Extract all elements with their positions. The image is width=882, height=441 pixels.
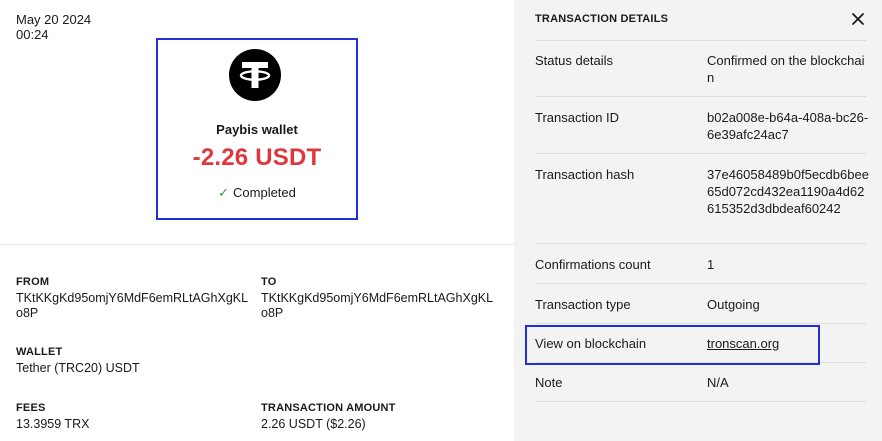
detail-value: b02a008e-b64a-408a-bc26-6e39afc24ac7 [707, 110, 869, 142]
to-label: TO [261, 276, 277, 288]
wallet-value: Tether (TRC20) USDT [16, 361, 140, 375]
tether-icon [229, 49, 281, 101]
from-label: FROM [16, 276, 50, 288]
to-field: TO TKtKKgKd95omjY6MdF6emRLtAGhXgKLo8P [261, 276, 496, 321]
detail-value: N/A [707, 375, 729, 390]
amount-label: TRANSACTION AMOUNT [261, 402, 396, 414]
fees-value: 13.3959 TRX [16, 417, 90, 431]
row-divider [535, 283, 866, 284]
blockchain-row-highlight [525, 325, 820, 365]
row-divider [535, 243, 866, 244]
row-divider [535, 96, 866, 97]
from-address: TKtKKgKd95omjY6MdF6emRLtAGhXgKLo8P [16, 291, 249, 320]
wallet-label: WALLET [16, 346, 63, 358]
detail-value: 1 [707, 257, 715, 272]
amount-field: TRANSACTION AMOUNT 2.26 USDT ($2.26) [261, 402, 496, 432]
amount-value: 2.26 USDT ($2.26) [261, 417, 366, 431]
detail-key: Status details [535, 53, 614, 68]
transaction-date: May 20 2024 [16, 12, 92, 27]
detail-value: Outgoing [707, 297, 760, 312]
detail-key: Transaction hash [535, 167, 635, 182]
fees-field: FEES 13.3959 TRX [16, 402, 251, 432]
detail-key: Confirmations count [535, 257, 651, 272]
to-address: TKtKKgKd95omjY6MdF6emRLtAGhXgKLo8P [261, 291, 494, 320]
status-badge: ✓ Completed [158, 185, 356, 201]
wallet-name: Paybis wallet [216, 122, 298, 137]
transaction-summary-panel: May 20 2024 00:24 Paybis wallet -2.26 US… [0, 0, 514, 441]
detail-key: Transaction type [535, 297, 631, 312]
transaction-amount: -2.26 USDT [192, 144, 322, 171]
detail-key: Note [535, 375, 563, 390]
row-divider [535, 40, 866, 41]
amount-card: Paybis wallet -2.26 USDT ✓ Completed [156, 38, 358, 220]
detail-value: Confirmed on the blockchain [707, 53, 865, 85]
fees-label: FEES [16, 402, 46, 414]
status-label: Completed [233, 185, 296, 200]
close-icon[interactable] [850, 11, 866, 27]
from-field: FROM TKtKKgKd95omjY6MdF6emRLtAGhXgKLo8P [16, 276, 251, 321]
wallet-field: WALLET Tether (TRC20) USDT [16, 346, 251, 376]
transaction-details-panel: TRANSACTION DETAILS Status details Confi… [514, 0, 882, 441]
detail-key: Transaction ID [535, 110, 620, 125]
row-divider [535, 153, 866, 154]
row-divider [535, 323, 866, 324]
transaction-time: 00:24 [16, 27, 49, 42]
detail-value: 37e46058489b0f5ecdb6bee65d072cd432ea1190… [707, 167, 869, 216]
row-divider [535, 401, 866, 402]
transaction-datetime: May 20 2024 00:24 [16, 12, 91, 42]
check-icon: ✓ [218, 185, 230, 200]
divider [0, 244, 514, 245]
details-title: TRANSACTION DETAILS [535, 13, 669, 25]
